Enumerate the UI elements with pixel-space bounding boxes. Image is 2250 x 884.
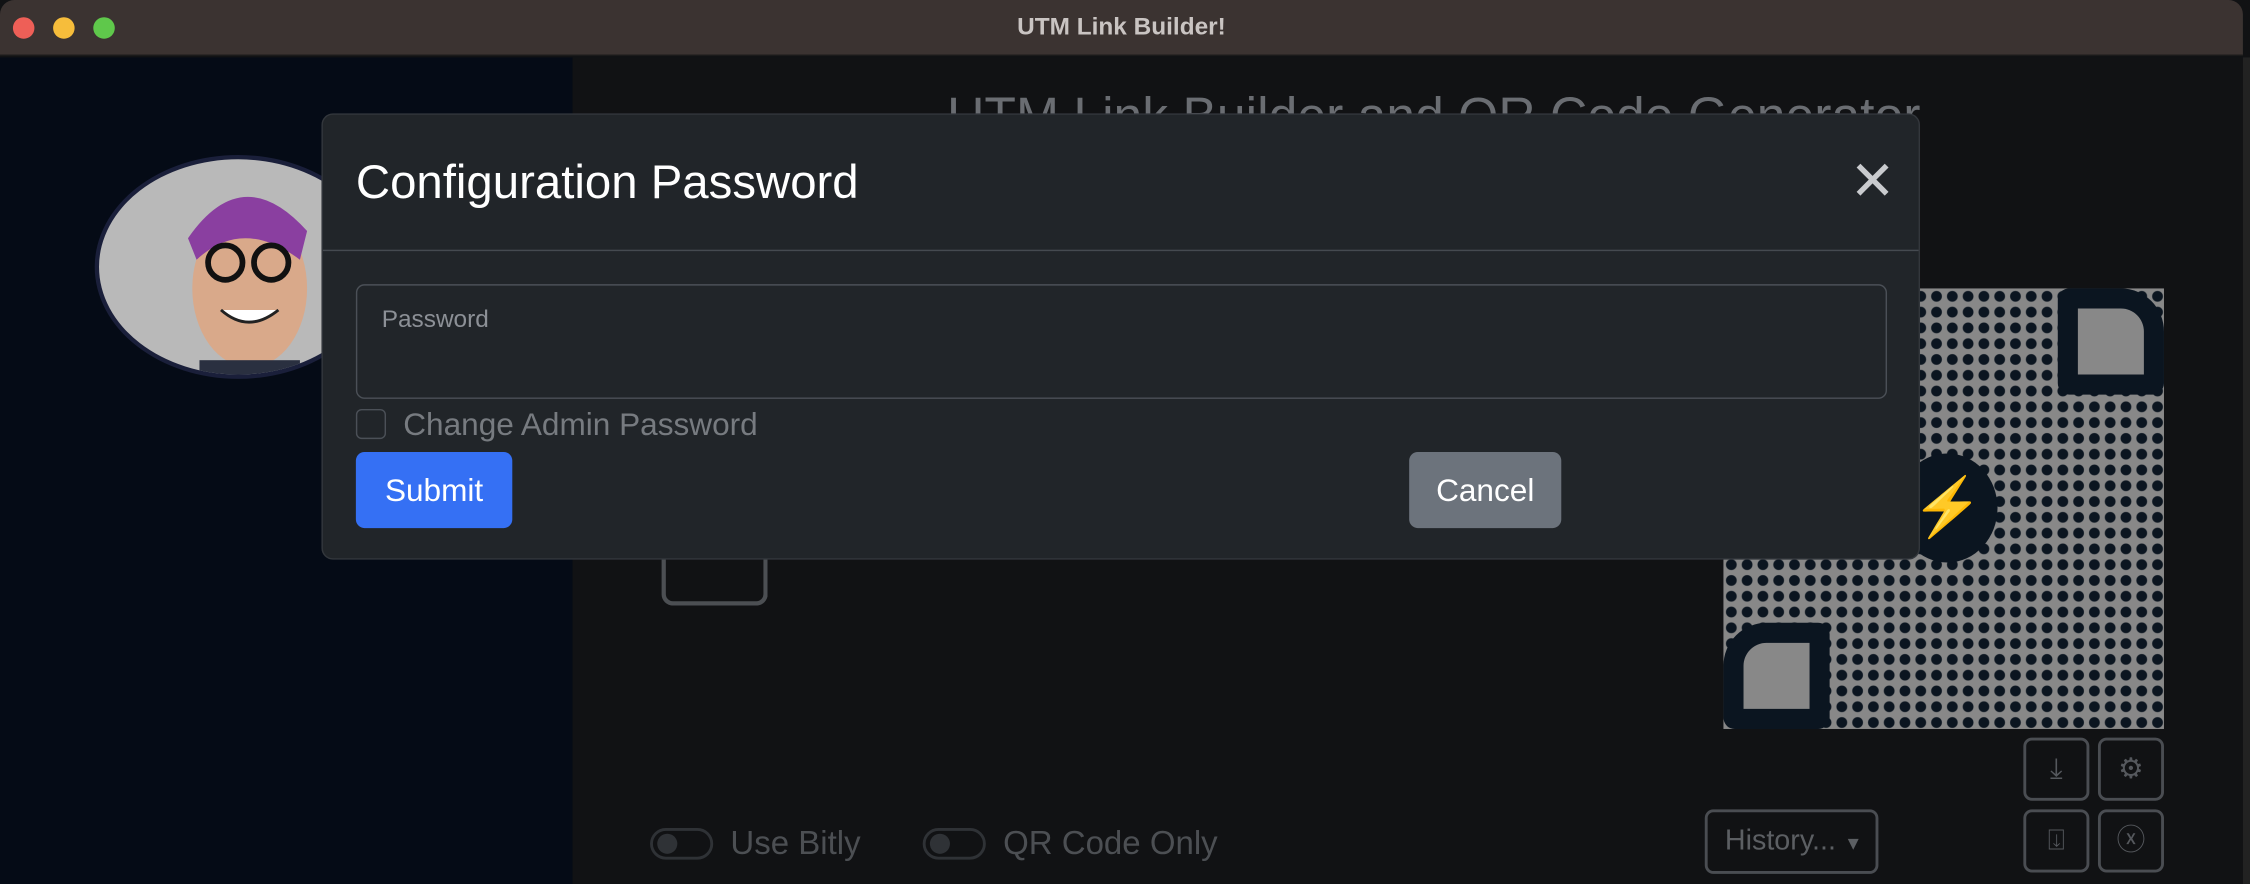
modal-header: Configuration Password ✕	[322, 115, 1919, 252]
scrollbar[interactable]	[2242, 57, 2250, 884]
modal-title: Configuration Password	[355, 154, 859, 209]
change-admin-password-checkbox[interactable]	[355, 408, 387, 440]
app-window: UTM Link Builder! UTM Link Builder and Q…	[0, 0, 2250, 884]
cancel-button[interactable]: Cancel	[1409, 452, 1562, 529]
password-input[interactable]	[380, 340, 1859, 387]
submit-button[interactable]: Submit	[355, 452, 513, 529]
configuration-password-dialog: Configuration Password ✕ Password Change…	[321, 113, 1921, 560]
title-bar: UTM Link Builder!	[0, 0, 2243, 56]
password-field[interactable]: Password	[355, 284, 1888, 399]
change-admin-password-label[interactable]: Change Admin Password	[403, 406, 757, 443]
window-title: UTM Link Builder!	[1017, 12, 1226, 41]
password-label: Password	[381, 305, 489, 333]
close-icon[interactable]: ✕	[1850, 155, 1896, 210]
